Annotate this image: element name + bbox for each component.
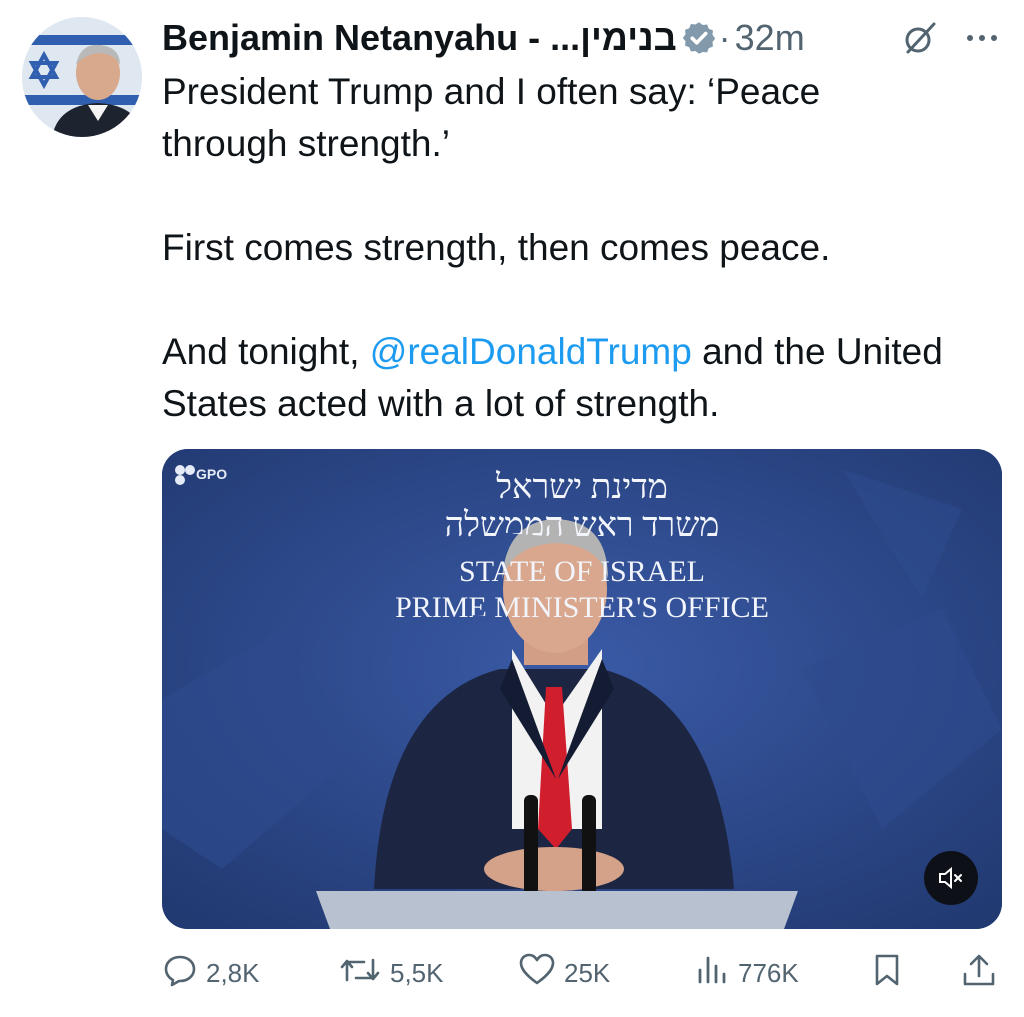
tweet-header: Benjamin Netanyahu - ...בנימין · 32m (162, 12, 1012, 64)
share-icon (960, 952, 1006, 995)
avatar[interactable] (22, 17, 142, 137)
views-icon (694, 952, 738, 995)
repost-count: 5,5K (390, 957, 444, 988)
verified-badge-icon[interactable] (681, 20, 717, 56)
like-count: 25K (564, 957, 611, 988)
avatar-image (22, 17, 142, 137)
like-button[interactable]: 25K (518, 948, 610, 998)
views-count: 776K (738, 957, 799, 988)
grok-icon[interactable] (900, 18, 940, 58)
mute-icon[interactable] (924, 851, 978, 905)
banner-english-1: STATE OF ISRAEL (459, 555, 705, 588)
repost-icon (338, 952, 390, 995)
tweet-line-3-start: And tonight, (162, 331, 370, 372)
reply-icon (162, 952, 206, 995)
bookmark-icon (870, 952, 912, 995)
separator-dot: · (718, 17, 731, 58)
banner-english-2: PRIME MINISTER'S OFFICE (395, 591, 769, 624)
more-icon[interactable] (962, 16, 1002, 56)
views-button[interactable]: 776K (694, 948, 799, 998)
author-name[interactable]: Benjamin Netanyahu - ...בנימין (162, 17, 677, 59)
tweet-text: President Trump and I often say: ‘Peace … (162, 66, 952, 430)
tweet-line-3: And tonight, @realDonaldTrump and the Un… (162, 326, 952, 430)
banner-hebrew-1: מדינת ישראל (496, 469, 668, 506)
repost-button[interactable]: 5,5K (338, 948, 444, 998)
tweet-line-1: President Trump and I often say: ‘Peace … (162, 71, 821, 164)
reply-button[interactable]: 2,8K (162, 948, 260, 998)
video-player[interactable]: GPO מדינת ישראל משרד ראש הממשלה STATE OF… (162, 449, 1002, 929)
like-icon (518, 952, 564, 995)
timestamp[interactable]: 32m (735, 17, 805, 59)
share-button[interactable] (960, 948, 1006, 998)
bookmark-button[interactable] (870, 948, 912, 998)
action-bar: 2,8K 5,5K 25K 776K (162, 948, 1002, 998)
tweet-line-2: First comes strength, then comes peace. (162, 227, 831, 268)
mention-link[interactable]: @realDonaldTrump (370, 331, 692, 372)
reply-count: 2,8K (206, 957, 260, 988)
